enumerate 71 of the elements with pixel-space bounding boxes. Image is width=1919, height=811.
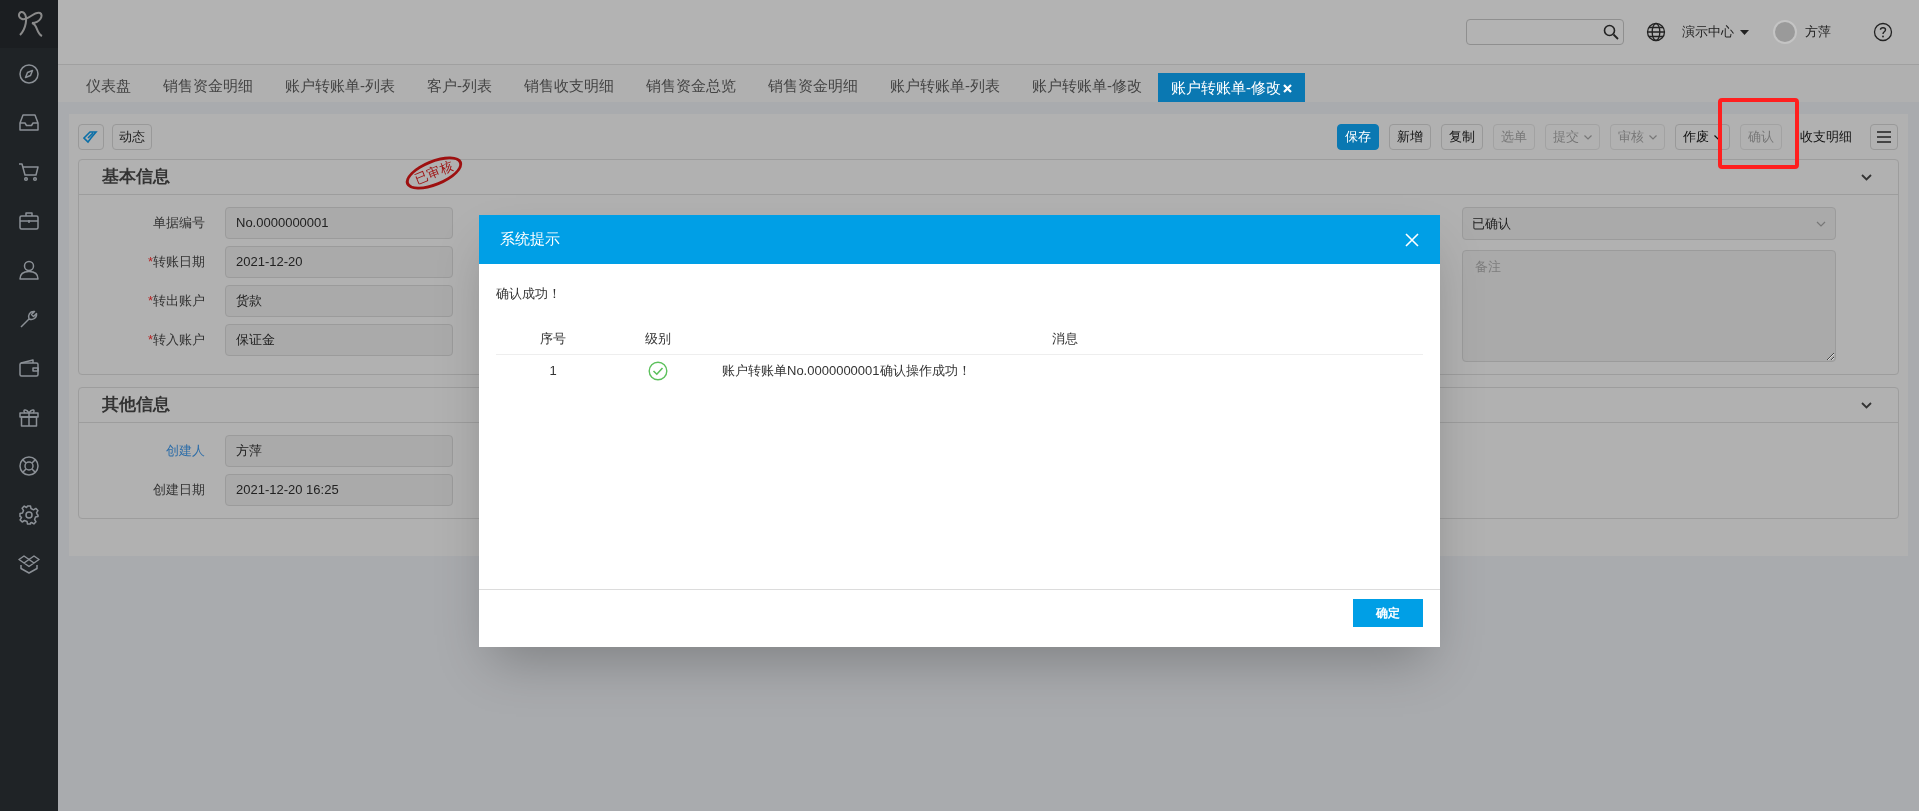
- field-label: 转出账户: [153, 292, 205, 311]
- close-icon[interactable]: [1283, 84, 1292, 93]
- user-name[interactable]: 方萍: [1805, 22, 1831, 42]
- section-title: 基本信息: [102, 166, 170, 189]
- field-label: 创建日期: [153, 481, 205, 500]
- chevron-down-icon[interactable]: [1861, 401, 1872, 409]
- user-icon[interactable]: [18, 259, 40, 281]
- input-field[interactable]: 保证金: [225, 324, 453, 356]
- help-icon[interactable]: [1873, 22, 1893, 42]
- tab[interactable]: 销售收支明细: [508, 71, 630, 102]
- activity-button[interactable]: 动态: [112, 124, 152, 150]
- close-icon[interactable]: [1405, 232, 1419, 247]
- field-label: 转账日期: [153, 253, 205, 272]
- chevron-down-icon: [1649, 134, 1657, 140]
- input-field[interactable]: No.0000000001: [225, 207, 453, 239]
- chevron-down-icon[interactable]: [1861, 173, 1872, 181]
- required-mark: *: [147, 253, 153, 272]
- input-field[interactable]: 2021-12-20: [225, 246, 453, 278]
- compass-icon[interactable]: [18, 63, 40, 85]
- organization-dropdown[interactable]: 演示中心: [1682, 22, 1749, 42]
- search-field[interactable]: [1466, 19, 1624, 45]
- column-header: 序号: [540, 331, 566, 346]
- globe-icon[interactable]: [1646, 22, 1666, 42]
- field-label[interactable]: 创建人: [166, 441, 205, 461]
- search-icon: [1603, 24, 1619, 40]
- gift-icon[interactable]: [18, 406, 40, 428]
- input-field[interactable]: 2021-12-20 16:25: [225, 474, 453, 506]
- toolbar-button[interactable]: 收支明细: [1792, 124, 1860, 150]
- status-select[interactable]: 已确认: [1462, 207, 1836, 240]
- toolbar-button[interactable]: 复制: [1441, 124, 1483, 150]
- chevron-down-icon: [1584, 134, 1592, 140]
- input-field[interactable]: 方萍: [225, 435, 453, 467]
- required-mark: *: [147, 331, 153, 350]
- box-icon[interactable]: [18, 553, 40, 575]
- tab[interactable]: 账户转账单-修改: [1158, 73, 1305, 104]
- inbox-icon[interactable]: [18, 112, 40, 134]
- menu-button[interactable]: [1870, 124, 1898, 150]
- toolbar-button[interactable]: 保存: [1337, 124, 1379, 150]
- lifebuoy-icon[interactable]: [18, 455, 40, 477]
- wallet-icon[interactable]: [18, 357, 40, 379]
- table-cell: 账户转账单No.0000000001确认操作成功！: [722, 363, 971, 378]
- dialog-message: 确认成功！: [496, 285, 562, 303]
- shopping-cart-icon[interactable]: [18, 161, 40, 183]
- dialog-title: 系统提示: [500, 229, 560, 250]
- tab[interactable]: 仪表盘: [70, 71, 147, 102]
- toolbar-button[interactable]: 新增: [1389, 124, 1431, 150]
- input-field[interactable]: 货款: [225, 285, 453, 317]
- section-title: 其他信息: [102, 394, 170, 417]
- briefcase-icon[interactable]: [18, 210, 40, 232]
- tab[interactable]: 客户-列表: [411, 71, 508, 102]
- field-label: 转入账户: [153, 331, 205, 350]
- tab[interactable]: 账户转账单-列表: [874, 71, 1016, 102]
- tab[interactable]: 销售资金明细: [147, 71, 269, 102]
- tag-icon: [83, 130, 99, 144]
- ok-button[interactable]: 确定: [1353, 599, 1423, 627]
- column-header: 级别: [645, 331, 671, 346]
- column-header: 消息: [1051, 331, 1078, 346]
- settings-icon[interactable]: [18, 504, 40, 526]
- tag-button[interactable]: [78, 124, 104, 150]
- tab[interactable]: 账户转账单-列表: [269, 71, 411, 102]
- chevron-down-icon: [1816, 220, 1826, 227]
- caret-icon: [1740, 29, 1749, 35]
- wrench-icon[interactable]: [18, 308, 40, 330]
- field-label: 单据编号: [153, 214, 205, 233]
- tab[interactable]: 销售资金总览: [630, 71, 752, 102]
- required-mark: *: [147, 292, 153, 311]
- table-cell: 1: [549, 363, 557, 378]
- toolbar-button[interactable]: 作废: [1675, 124, 1730, 150]
- tab[interactable]: 销售资金明细: [752, 71, 874, 102]
- tab[interactable]: 账户转账单-修改: [1016, 71, 1158, 102]
- menu-icon: [1877, 131, 1891, 143]
